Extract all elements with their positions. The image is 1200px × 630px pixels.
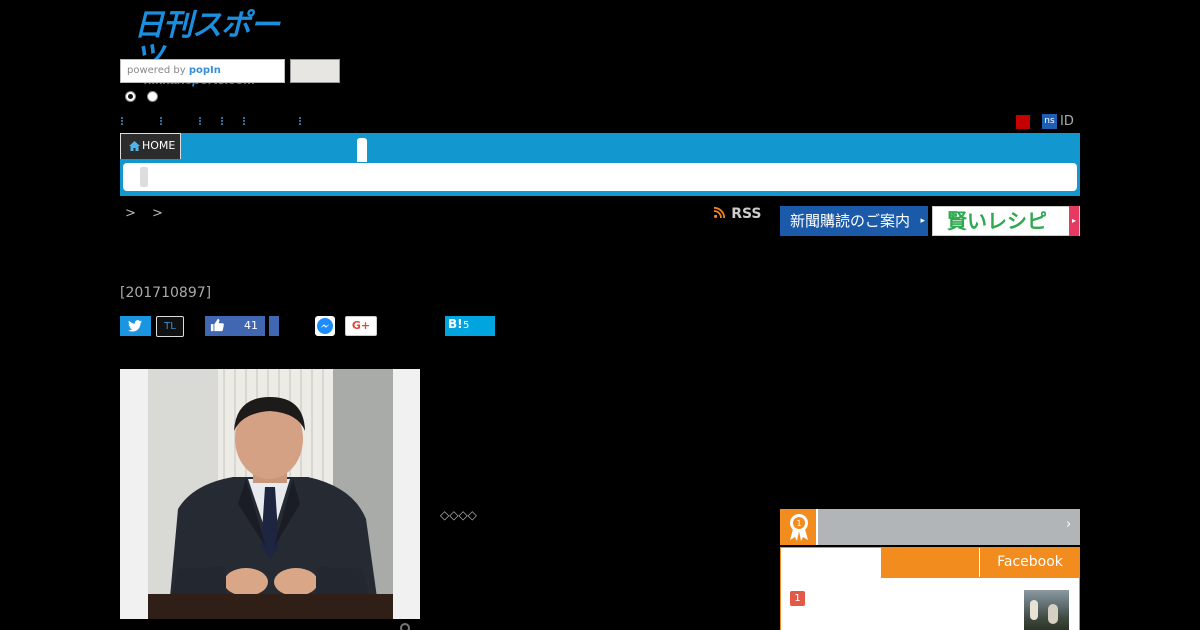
rss-link[interactable]: RSS — [713, 206, 762, 222]
timeline-share-button[interactable]: TL — [156, 316, 184, 337]
utility-link[interactable] — [199, 117, 203, 125]
hatena-count: 5 — [463, 320, 470, 331]
search-input[interactable]: powered by popIn — [120, 59, 285, 83]
twitter-icon — [128, 320, 142, 332]
ranking-header[interactable] — [780, 509, 1080, 545]
ranking-tab-active[interactable] — [781, 548, 881, 578]
utility-link[interactable] — [121, 117, 125, 125]
breadcrumb: > > — [125, 206, 169, 221]
utility-link[interactable] — [299, 117, 303, 125]
search-button[interactable] — [290, 59, 340, 83]
sub-nav-item[interactable] — [140, 167, 148, 187]
nav-tab-indicator[interactable] — [357, 138, 367, 162]
utility-link[interactable] — [243, 117, 247, 125]
hatena-bookmark-button[interactable]: B! 5 — [445, 316, 495, 336]
google-plus-share-button[interactable]: G+ — [345, 316, 377, 336]
facebook-share-button[interactable] — [269, 316, 279, 336]
login-id-link[interactable]: ID — [1060, 114, 1074, 130]
recipe-banner[interactable]: 賢いレシピ ▸ — [932, 206, 1080, 236]
ranking-medal: 1 — [780, 509, 818, 545]
messenger-share-button[interactable] — [315, 316, 335, 336]
chevron-right-icon[interactable]: › — [1066, 517, 1071, 532]
search-scope-radio-web[interactable] — [147, 91, 158, 102]
site-logo[interactable]: 日刊スポーツ nikkansports.com — [134, 10, 286, 87]
subscription-banner[interactable]: 新聞購読のご案内 — [780, 206, 928, 236]
nav-home-tab[interactable]: HOME — [120, 133, 181, 159]
home-label: HOME — [142, 139, 176, 152]
powered-by-label: powered by — [127, 65, 189, 76]
utility-link[interactable] — [221, 117, 225, 125]
twitter-share-button[interactable] — [120, 316, 151, 336]
article-photo[interactable] — [120, 369, 420, 619]
facebook-like-button[interactable]: 41 — [205, 316, 265, 336]
sub-navigation — [123, 163, 1077, 191]
thumbs-up-icon — [210, 318, 224, 332]
messenger-icon — [317, 318, 333, 334]
utility-link[interactable] — [160, 117, 164, 125]
rss-label: RSS — [731, 206, 762, 222]
hatena-icon: B! — [448, 317, 463, 331]
rank-number: 1 — [790, 591, 805, 606]
photo-zoom-icon[interactable] — [400, 623, 410, 630]
like-count: 41 — [244, 319, 258, 332]
article-id: [201710897] — [120, 285, 212, 301]
photo-image — [148, 369, 393, 619]
svg-text:1: 1 — [796, 519, 801, 528]
medal-icon: 1 — [790, 514, 808, 541]
ns-badge[interactable]: ns — [1042, 114, 1057, 129]
rss-icon — [713, 206, 729, 221]
recipe-banner-text: 賢いレシピ — [947, 209, 1047, 233]
search-scope-radio-site[interactable] — [125, 91, 136, 102]
notification-icon[interactable] — [1016, 115, 1030, 129]
ranking-tab-facebook[interactable]: Facebook — [980, 548, 1080, 577]
chevron-right-icon: ▸ — [1069, 206, 1079, 236]
ranking-thumbnail[interactable] — [1024, 590, 1069, 630]
article-text-fragment: ◇◇◇◇ — [440, 508, 477, 522]
home-icon — [129, 136, 140, 160]
popin-logo: popIn — [188, 65, 221, 76]
